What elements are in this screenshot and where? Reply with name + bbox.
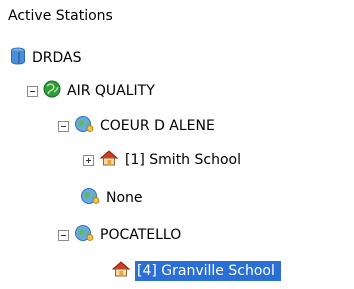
tree-node-label: DRDAS bbox=[32, 50, 82, 66]
active-stations-panel: Active Stations DRDAS AIR QUALITY COEUR … bbox=[0, 0, 354, 289]
tree-node-label: [4] Granville School bbox=[135, 261, 281, 281]
database-icon bbox=[10, 47, 26, 69]
network-globe-icon bbox=[74, 224, 94, 246]
tree-node-drdas[interactable]: DRDAS bbox=[10, 46, 84, 70]
collapse-toggle[interactable] bbox=[27, 85, 38, 97]
globe-icon bbox=[43, 80, 61, 102]
tree-node-label: AIR QUALITY bbox=[67, 83, 155, 99]
tree-node-label: None bbox=[106, 190, 143, 206]
network-globe-icon bbox=[74, 115, 94, 137]
tree-node-label: COEUR D ALENE bbox=[100, 118, 215, 134]
collapse-toggle[interactable] bbox=[58, 229, 69, 241]
tree-node-coeur-d-alene[interactable]: COEUR D ALENE bbox=[58, 114, 217, 138]
tree-node-smith-school[interactable]: [1] Smith School bbox=[83, 148, 243, 172]
tree-node-label: POCATELLO bbox=[100, 227, 182, 243]
tree-node-granville-school[interactable]: [4] Granville School bbox=[111, 259, 281, 283]
tree-node-pocatello[interactable]: POCATELLO bbox=[58, 223, 183, 247]
tree-node-air-quality[interactable]: AIR QUALITY bbox=[27, 79, 157, 103]
network-globe-icon bbox=[80, 187, 100, 209]
tree-node-label: [1] Smith School bbox=[125, 152, 241, 168]
tree-node-none[interactable]: None bbox=[80, 186, 145, 210]
expand-toggle[interactable] bbox=[83, 154, 94, 166]
house-icon bbox=[99, 149, 119, 171]
collapse-toggle[interactable] bbox=[58, 120, 69, 132]
panel-title: Active Stations bbox=[8, 8, 113, 24]
house-icon bbox=[111, 260, 131, 282]
